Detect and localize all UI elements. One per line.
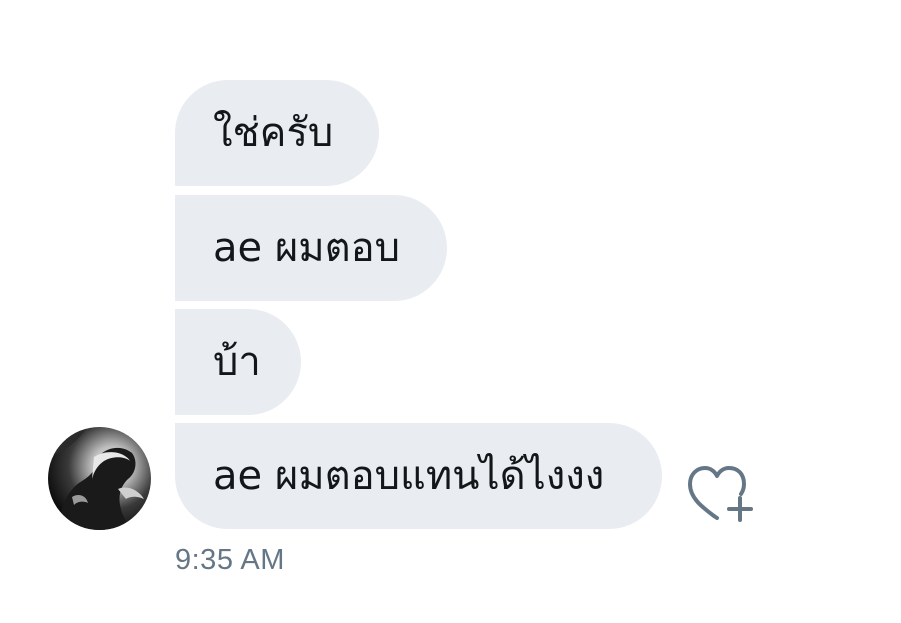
avatar[interactable] (48, 427, 151, 530)
avatar-image (48, 427, 144, 530)
message-timestamp: 9:35 AM (175, 544, 285, 576)
message-text: บ้า (213, 339, 261, 385)
message-text: ae ผมตอบแทนได้ไงงง (213, 453, 605, 499)
like-button[interactable] (684, 460, 760, 526)
message-bubble[interactable]: ae ผมตอบแทนได้ไงงง (175, 423, 662, 529)
message-text: ae ผมตอบ (213, 225, 401, 271)
message-text: ใช่ครับ (213, 110, 334, 156)
message-thread: ใช่ครับ ae ผมตอบ บ้า ae ผมตอบแทนได้ไงงง … (0, 0, 901, 623)
message-bubble[interactable]: ae ผมตอบ (175, 195, 447, 301)
message-bubble[interactable]: บ้า (175, 309, 301, 415)
heart-plus-icon (688, 466, 753, 522)
message-bubble[interactable]: ใช่ครับ (175, 80, 379, 186)
